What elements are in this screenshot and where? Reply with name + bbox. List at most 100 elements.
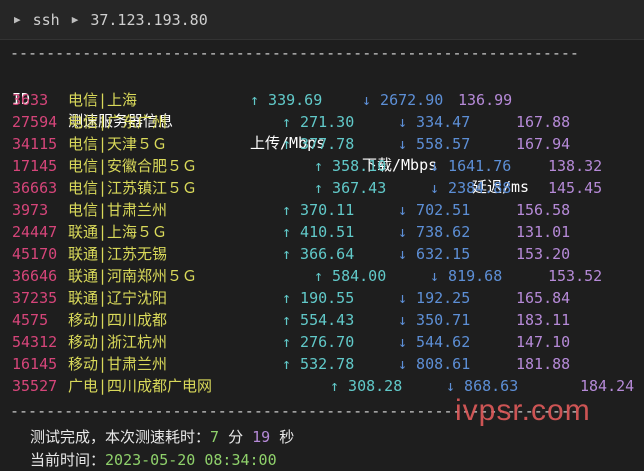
row-server: 电信|天津５Ｇ	[68, 135, 168, 153]
table-header: ID 测速服务器信息 上传/Mbps 下载/Mbps 延迟/ms	[10, 66, 634, 196]
row-upload: ↑ 190.55	[282, 289, 355, 307]
row-id: 24447	[12, 223, 58, 241]
row-download: ↓ 2672.90	[362, 91, 444, 109]
row-latency: 183.11	[516, 311, 571, 329]
row-id: 17145	[12, 157, 58, 175]
row-upload: ↑ 584.00	[314, 267, 387, 285]
row-server: 移动|甘肃兰州	[68, 355, 168, 373]
table-row: 36663 电信|江苏镇江５Ｇ ↑ 367.43 ↓ 2384.88 145.45	[10, 177, 634, 199]
row-upload: ↑ 410.51	[282, 223, 355, 241]
row-latency: 153.20	[516, 245, 571, 263]
row-download: ↓ 350.71	[398, 311, 471, 329]
row-isp: 联通	[68, 267, 99, 285]
row-latency: 167.88	[516, 113, 571, 131]
table-row: 37235 联通|辽宁沈阳 ↑ 190.55 ↓ 192.25 165.84	[10, 287, 634, 309]
row-id: 36646	[12, 267, 58, 285]
row-upload: ↑ 370.11	[282, 201, 355, 219]
row-location: 广东广州	[107, 113, 168, 131]
summary-done-label: 测试完成，本次测速耗时：	[30, 428, 211, 446]
table-row: 45170 联通|江苏无锡 ↑ 366.64 ↓ 632.15 153.20	[10, 243, 634, 265]
row-location: 四川成都广电网	[107, 377, 213, 395]
row-id: 35527	[12, 377, 58, 395]
row-upload: ↑ 276.70	[282, 333, 355, 351]
row-latency: 167.94	[516, 135, 571, 153]
table-row: 16145 移动|甘肃兰州 ↑ 532.78 ↓ 808.61 181.88	[10, 353, 634, 375]
row-latency: 145.45	[548, 179, 603, 197]
table-row: 36646 联通|河南郑州５Ｇ ↑ 584.00 ↓ 819.68 153.52	[10, 265, 634, 287]
row-id: 4575	[12, 311, 49, 329]
row-location: 河南郑州５Ｇ	[107, 267, 198, 285]
row-isp: 电信	[68, 157, 99, 175]
row-download: ↓ 1641.76	[430, 157, 512, 175]
summary-seconds: 19	[252, 428, 271, 446]
row-location: 辽宁沈阳	[107, 289, 168, 307]
row-upload: ↑ 308.28	[330, 377, 403, 395]
row-id: 27594	[12, 113, 58, 131]
row-latency: 153.52	[548, 267, 603, 285]
summary-minute-unit: 分	[228, 428, 244, 446]
row-upload: ↑ 554.43	[282, 311, 355, 329]
row-isp: 电信	[68, 91, 99, 109]
row-server: 电信|江苏镇江５Ｇ	[68, 179, 198, 197]
row-upload: ↑ 358.10	[314, 157, 387, 175]
row-location: 天津５Ｇ	[107, 135, 168, 153]
row-isp: 联通	[68, 289, 99, 307]
row-location: 浙江杭州	[107, 333, 168, 351]
row-server: 联通|上海５Ｇ	[68, 223, 168, 241]
session-app-label: ssh	[32, 10, 60, 29]
row-id: 34115	[12, 135, 58, 153]
table-row: 54312 移动|浙江杭州 ↑ 276.70 ↓ 544.62 147.10	[10, 331, 634, 353]
row-location: 上海	[107, 91, 138, 109]
row-id: 16145	[12, 355, 58, 373]
row-download: ↓ 632.15	[398, 245, 471, 263]
table-row: 17145 电信|安徽合肥５Ｇ ↑ 358.10 ↓ 1641.76 138.32	[10, 155, 634, 177]
table-row: 3973 电信|甘肃兰州 ↑ 370.11 ↓ 702.51 156.58	[10, 199, 634, 221]
row-latency: 165.84	[516, 289, 571, 307]
time-label: 当前时间：	[30, 451, 106, 469]
separator-line: ----------------------------------------…	[10, 44, 579, 62]
row-server: 广电|四川成都广电网	[68, 377, 213, 395]
chevron-right-icon: ▶	[71, 13, 79, 26]
row-latency: 136.99	[458, 91, 513, 109]
row-server: 联通|江苏无锡	[68, 245, 168, 263]
watermark-logo: ivpsr.com	[455, 394, 591, 427]
row-latency: 156.58	[516, 201, 571, 219]
row-download: ↓ 702.51	[398, 201, 471, 219]
row-id: 3633	[12, 91, 49, 109]
row-upload: ↑ 532.78	[282, 355, 355, 373]
table-row: 24447 联通|上海５Ｇ ↑ 410.51 ↓ 738.62 131.01	[10, 221, 634, 243]
table-row: 27594 电信|广东广州 ↑ 271.30 ↓ 334.47 167.88	[10, 111, 634, 133]
row-location: 江苏无锡	[107, 245, 168, 263]
row-upload: ↑ 271.30	[282, 113, 355, 131]
row-download: ↓ 192.25	[398, 289, 471, 307]
row-location: 上海５Ｇ	[107, 223, 168, 241]
row-latency: 147.10	[516, 333, 571, 351]
row-download: ↓ 738.62	[398, 223, 471, 241]
summary-minutes: 7	[210, 428, 220, 446]
row-latency: 181.88	[516, 355, 571, 373]
row-id: 37235	[12, 289, 58, 307]
row-id: 3973	[12, 201, 49, 219]
row-location: 四川成都	[107, 311, 168, 329]
row-download: ↓ 558.57	[398, 135, 471, 153]
row-isp: 电信	[68, 113, 99, 131]
row-isp: 联通	[68, 223, 99, 241]
row-upload: ↑ 339.69	[250, 91, 323, 109]
summary-time: 当前时间：2023-05-20 08:34:00	[30, 449, 277, 471]
table-row: 4575 移动|四川成都 ↑ 554.43 ↓ 350.71 183.11	[10, 309, 634, 331]
row-server: 联通|河南郑州５Ｇ	[68, 267, 198, 285]
summary-second-unit: 秒	[279, 428, 295, 446]
summary-duration: 测试完成，本次测速耗时：7 分 19 秒	[30, 426, 294, 448]
row-server: 电信|安徽合肥５Ｇ	[68, 157, 198, 175]
row-upload: ↑ 377.78	[282, 135, 355, 153]
row-location: 安徽合肥５Ｇ	[107, 157, 198, 175]
row-latency: 131.01	[516, 223, 571, 241]
row-server: 电信|甘肃兰州	[68, 201, 168, 219]
table-row: 34115 电信|天津５Ｇ ↑ 377.78 ↓ 558.57 167.94	[10, 133, 634, 155]
row-isp: 电信	[68, 135, 99, 153]
row-id: 45170	[12, 245, 58, 263]
row-server: 电信|广东广州	[68, 113, 168, 131]
terminal-titlebar[interactable]: ▶ ssh ▶ 37.123.193.80	[0, 0, 644, 40]
row-location: 甘肃兰州	[107, 201, 168, 219]
row-download: ↓ 334.47	[398, 113, 471, 131]
